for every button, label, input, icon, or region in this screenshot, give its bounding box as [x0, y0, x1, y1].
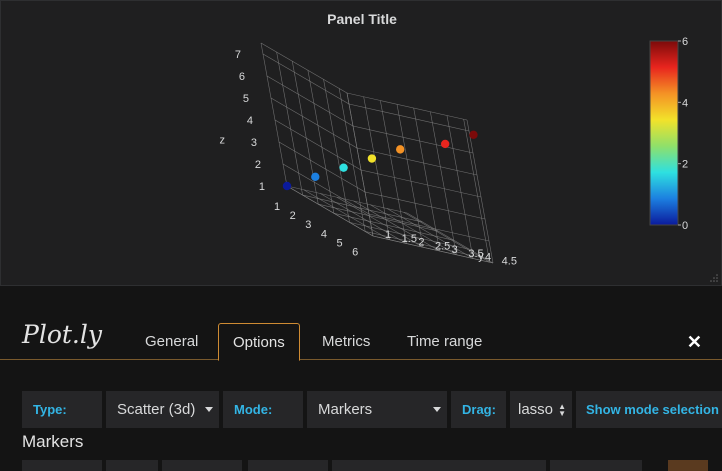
grid-line [282, 163, 370, 215]
options-form-row: Type: Scatter (3d) Mode: Markers Drag: l… [22, 391, 722, 428]
y-tick-label: 1.5 [402, 233, 417, 245]
y-axis-label: y [478, 251, 484, 263]
x-tick-label: 2 [290, 210, 296, 222]
markers-field-stub [106, 460, 158, 471]
z-axis-label: z [219, 135, 225, 147]
grid-line [270, 97, 358, 149]
grid-line [276, 52, 303, 196]
grid-line [396, 104, 424, 248]
x-tick-label: 1 [274, 201, 280, 213]
grid-line [291, 61, 319, 205]
data-point [339, 163, 348, 172]
x-tick-label: 4 [321, 228, 327, 240]
data-point [367, 154, 377, 163]
grid-line [360, 169, 482, 198]
data-point [469, 130, 478, 139]
type-select-value: Scatter (3d) [117, 401, 196, 418]
grid-line [260, 42, 288, 187]
editor-header: Plot.ly General Options Metrics Time ran… [0, 286, 722, 361]
panel: Panel Title 1 2 3 4 5 6 1 1.5 2 2.5 3 3.5 4 4.5 1 2 3 4 5 6… [0, 0, 722, 286]
z-tick-label: 3 [251, 137, 257, 149]
grid-line [262, 53, 350, 105]
drag-select[interactable]: lasso ▲ ▼ [510, 391, 572, 428]
close-icon[interactable]: ✕ [687, 332, 702, 353]
markers-field-stub [162, 460, 242, 471]
z-tick-label: 2 [255, 159, 261, 171]
data-point [440, 139, 450, 149]
y-tick-label: 4 [485, 252, 491, 264]
grid-line [380, 100, 407, 244]
grid-line [346, 92, 374, 237]
type-label: Type: [22, 391, 102, 428]
x-tick-label: 5 [336, 237, 342, 249]
chevron-down-icon [433, 407, 441, 412]
data-point [396, 145, 405, 154]
colorbar-tick-label: 6 [682, 36, 688, 48]
markers-field-stub [248, 460, 328, 471]
grid-line [363, 96, 390, 240]
tab-options[interactable]: Options [218, 323, 300, 361]
show-mode-selection-button[interactable]: Show mode selection t [576, 391, 722, 428]
grid-line [348, 103, 470, 132]
colorbar-tick-label: 2 [682, 159, 688, 171]
grid-line [346, 92, 468, 121]
grid-line [466, 119, 494, 264]
type-select[interactable]: Scatter (3d) [106, 391, 219, 428]
markers-field-stub [22, 460, 102, 471]
chevron-down-icon [205, 407, 213, 412]
mode-select-value: Markers [318, 401, 373, 418]
grid-line [364, 191, 486, 220]
stepper-icon: ▲ ▼ [558, 402, 566, 418]
grid-line [463, 119, 490, 263]
z-tick-label: 6 [239, 71, 245, 83]
markers-color-stub[interactable] [668, 460, 708, 471]
grid-line [365, 231, 486, 259]
grid-line [260, 42, 348, 94]
section-title-markers: Markers [22, 432, 84, 451]
grid-line [266, 75, 354, 127]
grid-line [430, 111, 457, 255]
grid-line [446, 115, 474, 259]
data-point [311, 172, 320, 182]
mode-select[interactable]: Markers [307, 391, 447, 428]
tab-time-range[interactable]: Time range [393, 323, 496, 361]
y-tick-label: 3 [452, 244, 458, 256]
colorbar-tick-label: 0 [682, 220, 688, 232]
y-tick-label: 1 [385, 229, 391, 241]
colorbar-tick-label: 4 [682, 97, 688, 109]
app-root: Panel Title 1 2 3 4 5 6 1 1.5 2 2.5 3 3.5 4 4.5 1 2 3 4 5 6… [0, 0, 722, 471]
grid-line [352, 125, 474, 154]
grid-line [278, 141, 366, 193]
grid-line [274, 119, 362, 171]
grid-line [413, 107, 440, 252]
resize-handle-icon[interactable] [710, 274, 718, 282]
mode-label: Mode: [223, 391, 303, 428]
colorbar [649, 40, 679, 226]
y-tick-label: 2.5 [435, 240, 450, 252]
y-tick-label: 2 [418, 237, 424, 249]
drag-select-value: lasso [518, 401, 554, 418]
x-tick-label: 6 [352, 246, 358, 258]
x-tick-label: 3 [305, 219, 311, 231]
plugin-title: Plot.ly [22, 320, 102, 349]
scatter-3d-plot[interactable]: 1234561 1.5 2 2.5 3 3.5 4 4.51234567yz0246 [1, 1, 722, 287]
panel-editor: Plot.ly General Options Metrics Time ran… [0, 286, 722, 471]
z-tick-label: 4 [247, 115, 253, 127]
tab-metrics[interactable]: Metrics [308, 323, 384, 361]
z-tick-label: 5 [243, 93, 249, 105]
tab-general[interactable]: General [131, 323, 212, 361]
drag-label: Drag: [451, 391, 506, 428]
z-tick-label: 1 [259, 181, 265, 193]
grid-line [356, 147, 478, 176]
y-tick-label: 4.5 [502, 255, 517, 267]
markers-field-stub [550, 460, 642, 471]
data-point [282, 181, 292, 191]
z-tick-label: 7 [235, 49, 241, 61]
markers-field-stub [332, 460, 546, 471]
